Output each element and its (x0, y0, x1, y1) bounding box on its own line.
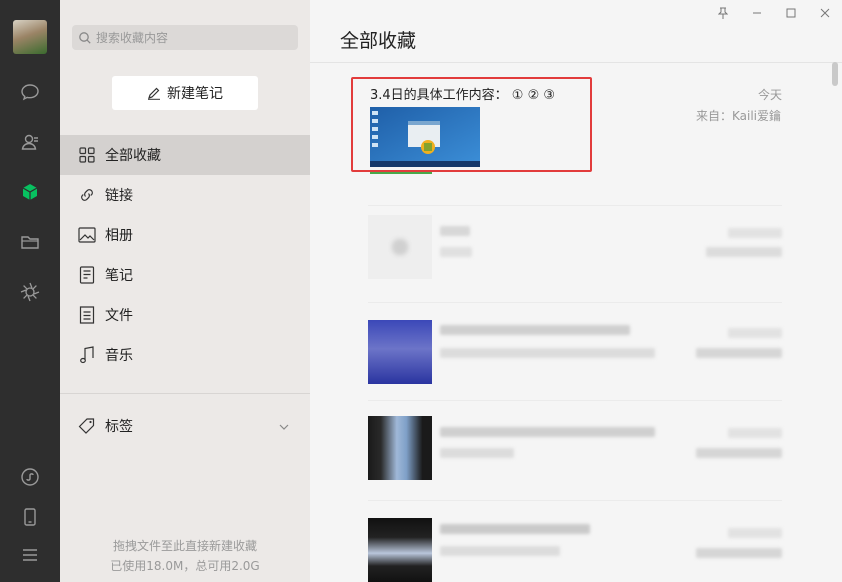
window-controls (706, 0, 842, 26)
chevron-down-icon[interactable] (278, 421, 290, 433)
image-icon (78, 226, 96, 244)
favorite-item-date: 今天 (757, 88, 782, 102)
music-icon (78, 346, 96, 364)
storage-usage: 已使用18.0M，总可用2.0G (110, 559, 260, 573)
blurred-date (728, 228, 782, 238)
nav-item-tags[interactable]: 标签 (60, 406, 310, 446)
favorite-item-source: 来自：Kaili爱鑰 (696, 109, 782, 123)
nav-item-all[interactable]: 全部收藏 (60, 135, 310, 175)
item-separator (368, 500, 782, 501)
icon-rail (0, 0, 60, 582)
minimize-icon[interactable] (740, 0, 774, 26)
blurred-date (728, 428, 782, 438)
sidebar-divider (60, 393, 310, 394)
nav-item-album[interactable]: 相册 (60, 215, 310, 255)
scrollbar[interactable] (832, 62, 838, 86)
blurred-title (440, 226, 470, 236)
nav-item-music[interactable]: 音乐 (60, 335, 310, 375)
close-icon[interactable] (808, 0, 842, 26)
blurred-date (728, 528, 782, 538)
nav-item-notes[interactable]: 笔记 (60, 255, 310, 295)
highlight-box (351, 77, 592, 172)
chat-icon[interactable] (18, 80, 42, 104)
tag-icon (78, 417, 96, 435)
blurred-title (440, 427, 655, 437)
blurred-subtitle (440, 247, 472, 257)
blurred-source (696, 548, 782, 558)
link-icon (78, 186, 96, 204)
drag-hint: 拖拽文件至此直接新建收藏 (112, 539, 257, 553)
pencil-icon (148, 87, 160, 100)
pin-icon[interactable] (706, 0, 740, 26)
nav-label: 链接 (105, 188, 133, 204)
item-separator (368, 302, 782, 303)
blurred-source (706, 247, 782, 257)
search-icon (79, 31, 91, 44)
blurred-title (440, 524, 590, 534)
blurred-subtitle (440, 546, 560, 556)
page-title: 全部收藏 (340, 30, 417, 52)
nav-label: 标签 (105, 419, 133, 435)
favorite-item-thumbnail[interactable] (368, 320, 432, 384)
phone-icon[interactable] (18, 505, 42, 529)
nav-label: 文件 (105, 308, 133, 324)
nav-label: 音乐 (105, 348, 133, 364)
new-note-button[interactable]: 新建笔记 (112, 76, 258, 110)
blurred-source (696, 448, 782, 458)
blurred-subtitle (440, 348, 655, 358)
search-placeholder: 搜索收藏内容 (96, 31, 169, 45)
favorites-sidebar: 搜索收藏内容 新建笔记 全部收藏 链接 相册 笔记 文件 音乐 标签 拖拽文件至… (60, 0, 310, 582)
note-icon (78, 266, 96, 284)
grid-icon (78, 146, 96, 164)
avatar[interactable] (13, 20, 47, 54)
nav-label: 全部收藏 (105, 148, 161, 164)
favorite-item-thumbnail[interactable] (368, 416, 432, 480)
item-separator (368, 205, 782, 206)
menu-icon[interactable] (18, 543, 42, 567)
blurred-source (696, 348, 782, 358)
blurred-title (440, 325, 630, 335)
nav-item-links[interactable]: 链接 (60, 175, 310, 215)
blurred-subtitle (440, 448, 514, 458)
contacts-icon[interactable] (18, 130, 42, 154)
nav-item-files[interactable]: 文件 (60, 295, 310, 335)
file-icon (78, 306, 96, 324)
item-separator (368, 400, 782, 401)
nav-label: 相册 (105, 228, 133, 244)
moments-icon[interactable] (18, 280, 42, 304)
new-note-label: 新建笔记 (167, 86, 223, 102)
search-input[interactable]: 搜索收藏内容 (72, 25, 298, 50)
main-panel: 全部收藏 3.4日的具体工作内容： ① ② ③ 今天 来自：Kaili爱鑰 (310, 0, 842, 582)
folder-icon[interactable] (18, 230, 42, 254)
nav-label: 笔记 (105, 268, 133, 284)
favorites-icon[interactable] (18, 180, 42, 204)
blurred-date (728, 328, 782, 338)
favorite-item-thumbnail[interactable] (368, 215, 432, 279)
favorite-item-thumbnail[interactable] (368, 518, 432, 582)
maximize-icon[interactable] (774, 0, 808, 26)
mini-program-icon[interactable] (18, 465, 42, 489)
title-divider (310, 62, 842, 63)
